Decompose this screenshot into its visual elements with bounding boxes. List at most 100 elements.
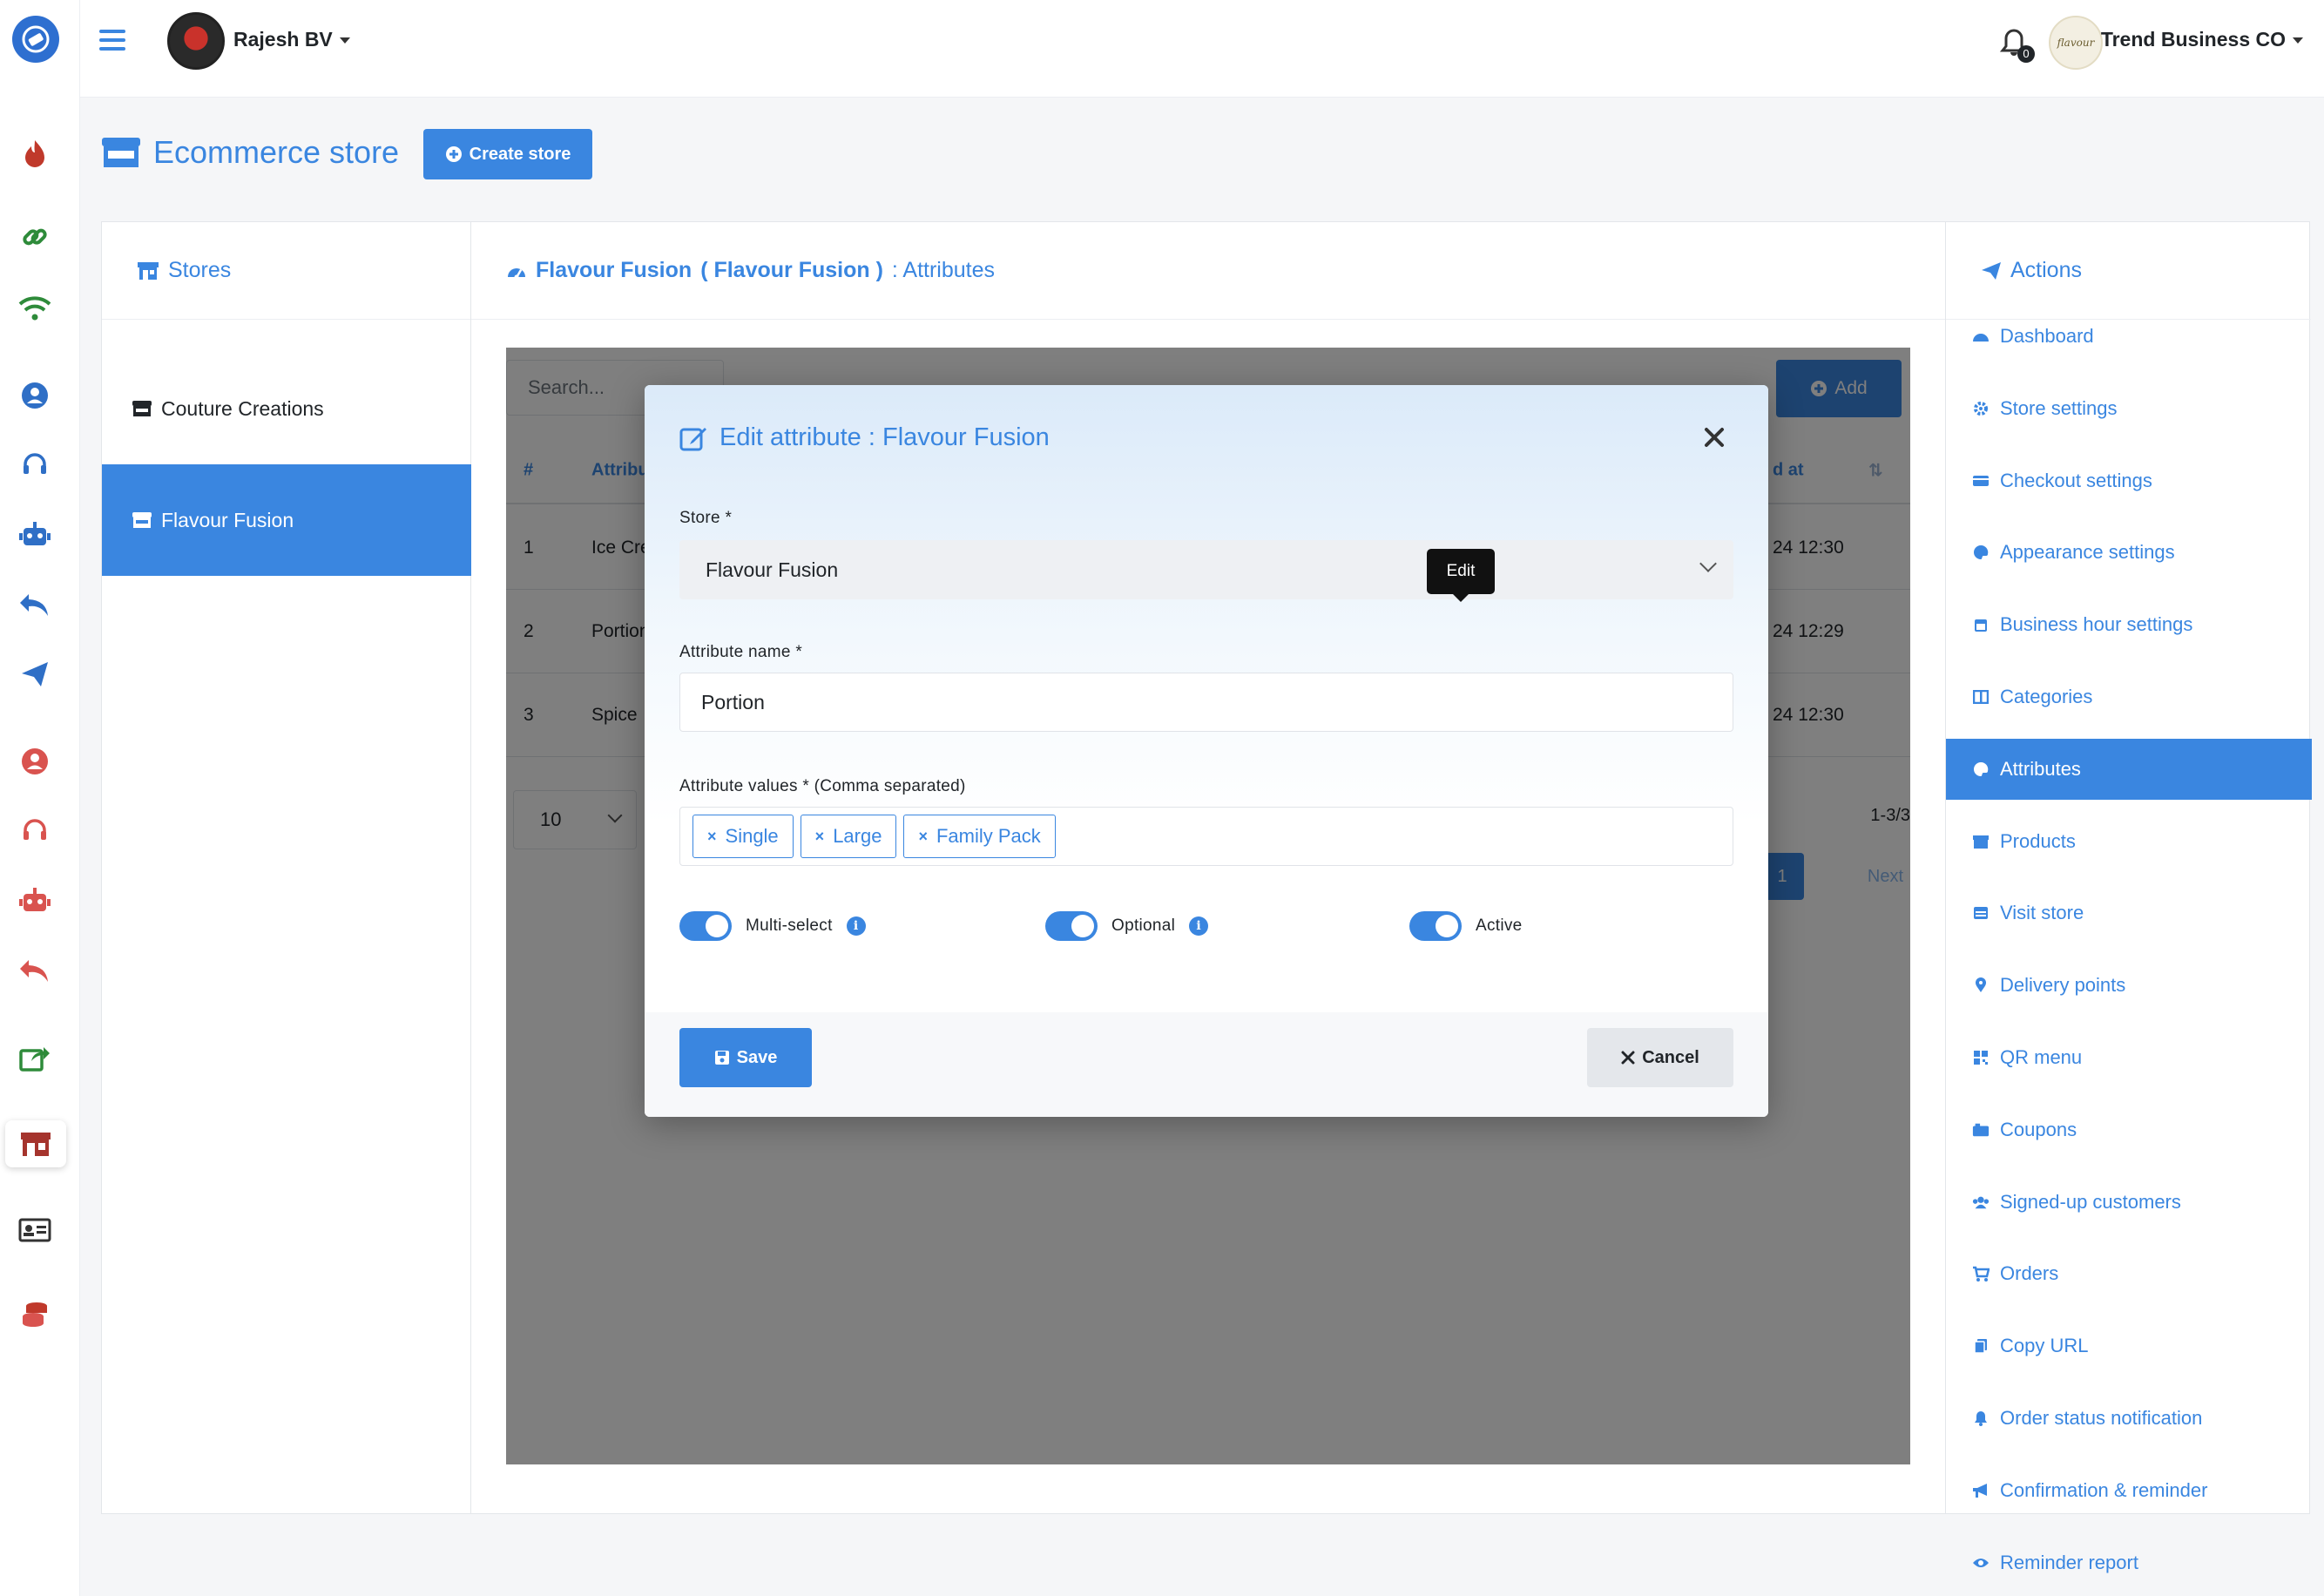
action-qr-menu[interactable]: QR menu <box>1946 1027 2312 1088</box>
paper-plane-icon[interactable] <box>16 655 54 693</box>
attribute-name-input[interactable]: Portion <box>679 673 1733 732</box>
action-copy-url[interactable]: Copy URL <box>1946 1315 2312 1376</box>
store-nav-icon[interactable] <box>5 1120 66 1167</box>
remove-tag-icon[interactable]: × <box>918 828 928 846</box>
user-circle-icon[interactable] <box>16 376 54 415</box>
store-item-couture-creations[interactable]: Couture Creations <box>102 353 471 464</box>
action-categories[interactable]: Categories <box>1946 666 2312 727</box>
action-reminder-report[interactable]: Reminder report <box>1946 1532 2312 1593</box>
action-checkout-settings[interactable]: Checkout settings <box>1946 450 2312 511</box>
reply-all-red-icon[interactable] <box>16 951 54 990</box>
optional-label: Optional <box>1111 916 1176 935</box>
attribute-values-input[interactable]: × Single × Large × Family Pack <box>679 807 1733 866</box>
action-delivery-points[interactable]: Delivery points <box>1946 955 2312 1016</box>
action-appearance-settings[interactable]: Appearance settings <box>1946 522 2312 583</box>
id-card-icon[interactable] <box>16 1211 54 1249</box>
info-icon[interactable]: i <box>1189 916 1209 936</box>
active-toggle[interactable] <box>1409 911 1462 941</box>
attribute-name-label: Attribute name * <box>679 643 803 661</box>
palette-icon <box>1972 544 1990 561</box>
dashboard-icon <box>508 267 525 279</box>
tickets-icon <box>1972 1121 1990 1139</box>
edit-tooltip: Edit <box>1427 549 1495 602</box>
window-icon <box>1972 904 1990 922</box>
attributes-store-name-paren: ( Flavour Fusion ) <box>700 258 883 282</box>
palette-icon <box>1972 761 1990 778</box>
action-store-settings[interactable]: Store settings <box>1946 378 2312 439</box>
attribute-value-tag[interactable]: × Single <box>692 815 794 858</box>
modal-footer: Save Cancel <box>645 1012 1768 1117</box>
headset-red-icon[interactable] <box>16 812 54 850</box>
robot-red-icon[interactable] <box>16 882 54 920</box>
users-icon <box>1972 1194 1990 1211</box>
action-label: QR menu <box>2000 1046 2083 1068</box>
attributes-store-name: Flavour Fusion <box>536 258 692 282</box>
remove-tag-icon[interactable]: × <box>815 828 825 846</box>
close-icon[interactable] <box>1702 425 1726 450</box>
business-menu[interactable]: Trend Business CO <box>2101 28 2303 51</box>
gear-icon <box>1972 400 1990 417</box>
business-logo[interactable]: flavour <box>2049 16 2103 70</box>
action-order-status-notification[interactable]: Order status notification <box>1946 1388 2312 1449</box>
action-orders[interactable]: Orders <box>1946 1243 2312 1304</box>
copy-icon <box>1972 1337 1990 1355</box>
multi-select-toggle[interactable] <box>679 911 732 941</box>
user-menu[interactable]: Rajesh BV <box>233 28 350 51</box>
close-icon <box>1621 1051 1635 1065</box>
fire-icon[interactable] <box>16 134 54 172</box>
create-store-button[interactable]: Create store <box>423 129 592 179</box>
action-label: Reminder report <box>2000 1551 2138 1573</box>
stores-panel-title: Stores <box>168 258 232 282</box>
action-signed-up-customers[interactable]: Signed-up customers <box>1946 1172 2312 1233</box>
cancel-button[interactable]: Cancel <box>1587 1028 1733 1087</box>
modal-body: Edit attribute : Flavour Fusion Store * … <box>645 385 1768 1012</box>
store-select[interactable]: Flavour Fusion <box>679 540 1733 599</box>
reply-all-icon[interactable] <box>16 585 54 624</box>
notification-bell-icon[interactable]: 0 <box>1999 28 2035 63</box>
store-item-flavour-fusion[interactable]: Flavour Fusion <box>102 464 471 576</box>
attributes-panel-suffix: : Attributes <box>891 258 996 282</box>
optional-toggle[interactable] <box>1045 911 1098 941</box>
action-label: Appearance settings <box>2000 541 2175 564</box>
attributes-panel-header: Flavour Fusion ( Flavour Fusion ) : Attr… <box>471 222 1945 320</box>
user-circle-red-icon[interactable] <box>16 742 54 781</box>
action-business-hour-settings[interactable]: Business hour settings <box>1946 594 2312 655</box>
info-icon[interactable]: i <box>846 916 866 936</box>
avatar[interactable] <box>167 12 225 70</box>
action-visit-store[interactable]: Visit store <box>1946 883 2312 943</box>
action-label: Business hour settings <box>2000 613 2193 636</box>
wifi-icon[interactable] <box>16 289 54 328</box>
hamburger-menu-icon[interactable] <box>99 30 125 51</box>
optional-toggle-group: Optional i <box>1045 911 1209 941</box>
chevron-down-icon <box>1699 555 1717 572</box>
create-store-label: Create store <box>469 144 571 164</box>
remove-tag-icon[interactable]: × <box>707 828 717 846</box>
actions-panel-title: Actions <box>2010 258 2082 282</box>
share-icon[interactable] <box>16 1038 54 1077</box>
robot-icon[interactable] <box>16 516 54 554</box>
user-name: Rajesh BV <box>233 28 333 51</box>
actions-panel: Actions Dashboard Store settings Checkout … <box>1945 222 2312 1573</box>
action-label: Checkout settings <box>2000 469 2152 491</box>
action-coupons[interactable]: Coupons <box>1946 1099 2312 1160</box>
cancel-button-label: Cancel <box>1642 1047 1699 1067</box>
database-icon[interactable] <box>16 1296 54 1335</box>
save-button[interactable]: Save <box>679 1028 812 1087</box>
action-dashboard[interactable]: Dashboard <box>1946 306 2312 367</box>
action-products[interactable]: Products <box>1946 811 2312 872</box>
action-attributes[interactable]: Attributes <box>1946 738 2312 800</box>
action-label: Confirmation & reminder <box>2000 1478 2208 1501</box>
attribute-value-tag[interactable]: × Family Pack <box>903 815 1056 858</box>
tag-label: Single <box>725 825 779 847</box>
link-icon[interactable] <box>16 218 54 256</box>
headset-icon[interactable] <box>16 446 54 484</box>
action-confirmation-reminder[interactable]: Confirmation & reminder <box>1946 1460 2312 1521</box>
attribute-value-tag[interactable]: × Large <box>800 815 897 858</box>
stores-panel: Stores Couture Creations Flavour Fusion <box>102 222 471 1513</box>
calendar-icon <box>1972 616 1990 633</box>
dashboard-icon <box>1972 328 1990 345</box>
modal-title-text: Edit attribute : Flavour Fusion <box>719 423 1050 451</box>
store-icon <box>102 138 140 167</box>
app-logo-icon[interactable] <box>12 16 59 63</box>
action-label: Attributes <box>2000 757 2081 780</box>
